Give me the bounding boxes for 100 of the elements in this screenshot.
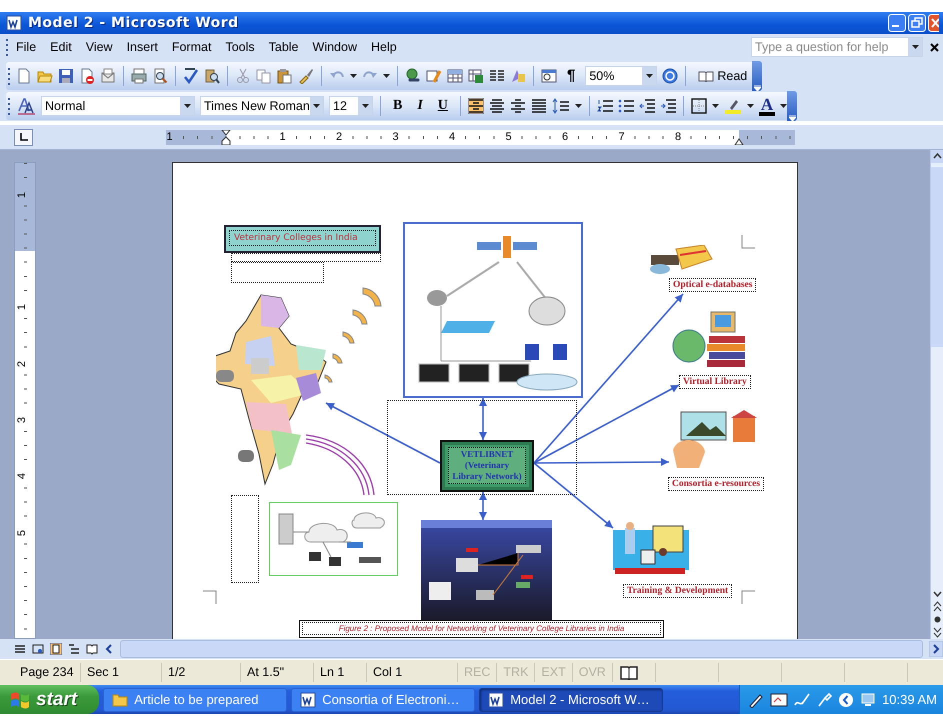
document-map-icon[interactable]	[541, 68, 557, 84]
increase-indent-icon[interactable]	[660, 98, 676, 114]
toolbar-options-icon[interactable]	[754, 84, 761, 90]
dropdown-caret-icon[interactable]	[712, 104, 719, 108]
align-left-icon[interactable]	[468, 98, 484, 114]
italic-button[interactable]: I	[412, 97, 428, 115]
menu-item[interactable]: Window	[306, 38, 364, 56]
dropdown-caret-icon[interactable]	[362, 104, 368, 108]
tablet-icon[interactable]	[770, 692, 788, 708]
spreadsheet-icon[interactable]	[468, 68, 484, 84]
font-dropdown[interactable]: Times New Roman	[200, 96, 324, 116]
taskbar-button[interactable]: Article to be prepared	[103, 688, 288, 712]
line-spacing-icon[interactable]	[552, 98, 570, 114]
window-title: Model 2 - Microsoft Word	[28, 15, 240, 31]
dropdown-caret-icon[interactable]	[312, 104, 320, 108]
print-layout-icon[interactable]	[50, 643, 62, 655]
menu-item[interactable]: Insert	[120, 38, 165, 56]
menu-item[interactable]: View	[78, 38, 120, 56]
research-icon[interactable]	[204, 68, 220, 84]
spelling-check-icon[interactable]	[183, 68, 199, 84]
align-center-icon[interactable]	[488, 98, 505, 114]
save-icon[interactable]	[58, 68, 74, 84]
align-right-icon[interactable]	[510, 98, 526, 114]
numbering-icon[interactable]	[596, 98, 613, 114]
dropdown-caret-icon[interactable]	[746, 104, 754, 108]
highlighter-icon[interactable]	[724, 98, 742, 114]
spelling-status-icon[interactable]	[618, 666, 639, 680]
margin-corner-mark	[203, 590, 217, 604]
menu-item[interactable]: Format	[164, 38, 218, 56]
right-indent-icon[interactable]	[734, 136, 744, 144]
styles-icon[interactable]	[16, 97, 36, 115]
dropdown-caret-icon[interactable]	[184, 104, 190, 108]
columns-icon[interactable]	[489, 68, 505, 84]
new-document-icon[interactable]	[16, 68, 32, 84]
taskbar-button[interactable]: Consortia of Electroni…	[291, 688, 476, 712]
outline-view-icon[interactable]	[68, 643, 80, 655]
minimize-icon[interactable]	[888, 14, 906, 32]
monitor-icon[interactable]	[860, 692, 876, 708]
dropdown-caret-icon[interactable]	[383, 74, 390, 78]
underline-button[interactable]: U	[432, 97, 453, 115]
dropdown-caret-icon[interactable]	[912, 45, 918, 49]
bullets-icon[interactable]	[618, 98, 634, 114]
left-tab-icon	[20, 133, 28, 141]
scroll-up-icon[interactable]	[931, 150, 943, 163]
print-icon[interactable]	[131, 68, 147, 84]
toolbar-grip-icon[interactable]	[8, 97, 11, 115]
toolbar-grip-icon[interactable]	[8, 66, 11, 84]
hyperlink-globe-icon[interactable]	[405, 68, 421, 84]
font-color-button[interactable]: A	[758, 96, 776, 116]
scroll-thumb[interactable]	[931, 167, 943, 347]
align-justify-icon[interactable]	[530, 98, 547, 114]
menu-item[interactable]: Edit	[43, 38, 79, 56]
decrease-indent-icon[interactable]	[638, 98, 655, 114]
print-preview-icon[interactable]	[152, 68, 168, 84]
tab-stop-selector[interactable]	[14, 128, 33, 146]
previous-page-icon[interactable]	[931, 600, 943, 613]
menu-item[interactable]: Help	[364, 38, 404, 56]
menu-item[interactable]: File	[9, 38, 44, 56]
drawing-shapes-icon[interactable]	[510, 68, 526, 84]
handwriting-icon[interactable]	[794, 692, 810, 708]
dropdown-caret-icon[interactable]	[780, 104, 788, 108]
toolbar-grip-icon[interactable]	[6, 38, 9, 56]
email-icon[interactable]	[100, 68, 116, 84]
normal-view-icon[interactable]	[14, 643, 26, 655]
help-icon[interactable]	[662, 68, 678, 84]
scroll-left-icon[interactable]	[104, 643, 114, 655]
indent-marker-icon[interactable]	[221, 130, 231, 144]
paintbrush-icon[interactable]	[298, 68, 314, 84]
reading-layout-icon[interactable]	[86, 643, 98, 655]
hub-text: VETLIBNET (Veterinary Library Network)	[448, 447, 526, 484]
copy-icon[interactable]	[256, 68, 272, 84]
show-formatting-button[interactable]: ¶	[562, 64, 580, 87]
close-icon[interactable]	[930, 42, 939, 52]
paste-icon[interactable]	[277, 68, 293, 84]
web-layout-icon[interactable]	[32, 643, 44, 655]
show-hidden-icons-icon[interactable]	[838, 692, 854, 708]
read-button[interactable]: Read	[693, 66, 752, 86]
pen-icon[interactable]	[748, 692, 764, 708]
style-dropdown[interactable]: Normal	[41, 96, 195, 116]
dropdown-caret-icon[interactable]	[646, 74, 653, 78]
insert-table-icon[interactable]	[447, 68, 463, 84]
restore-icon[interactable]	[908, 14, 926, 32]
tables-pencil-icon[interactable]	[426, 68, 442, 84]
menu-item[interactable]: Tools	[218, 38, 262, 56]
zoom-dropdown[interactable]: 50%	[585, 66, 658, 86]
bold-button[interactable]: B	[388, 97, 408, 115]
dropdown-caret-icon[interactable]	[574, 104, 582, 108]
dropdown-caret-icon[interactable]	[350, 74, 357, 78]
font-size-dropdown[interactable]: 12	[329, 96, 373, 116]
help-search-field[interactable]: Type a question for help	[751, 37, 923, 57]
taskbar-button[interactable]: Model 2 - Microsoft W…	[479, 688, 664, 712]
scroll-right-icon[interactable]	[929, 641, 943, 657]
next-page-icon[interactable]	[931, 626, 943, 639]
output-label: Consortia e-resources	[668, 477, 764, 491]
horizontal-scrollbar[interactable]	[120, 640, 923, 658]
permission-icon[interactable]	[79, 68, 95, 84]
menu-item[interactable]: Table	[262, 38, 306, 56]
borders-icon[interactable]	[690, 98, 707, 114]
toolbar-options-icon[interactable]	[788, 115, 796, 121]
start-button[interactable]: start	[0, 685, 100, 714]
